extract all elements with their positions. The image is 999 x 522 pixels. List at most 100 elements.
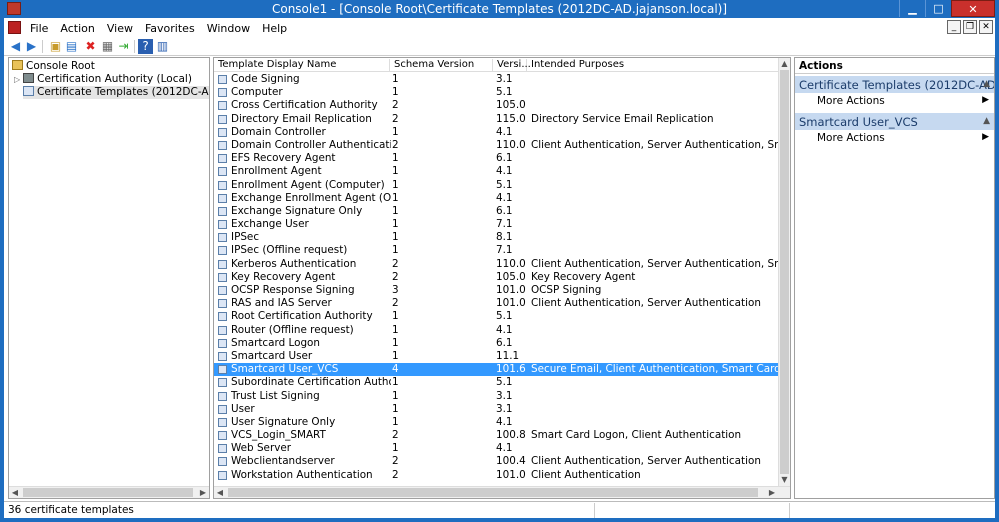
child-minimize-button[interactable]: _	[947, 20, 961, 34]
table-row[interactable]: Trust List Signing 1 3.1	[214, 390, 778, 403]
table-row[interactable]: User Signature Only 1 4.1	[214, 416, 778, 429]
certificate-template-icon	[218, 286, 227, 295]
scroll-right-icon[interactable]: ▶	[766, 487, 778, 498]
table-row[interactable]: Smartcard Logon 1 6.1	[214, 337, 778, 350]
table-row[interactable]: Enrollment Agent 1 4.1	[214, 165, 778, 178]
table-row[interactable]: User 1 3.1	[214, 403, 778, 416]
template-name-cell: VCS_Login_SMART	[231, 429, 326, 442]
table-row[interactable]: Key Recovery Agent 2 105.0 Key Recovery Age…	[214, 271, 778, 284]
column-header-intended-purposes[interactable]: Intended Purposes	[527, 59, 778, 71]
template-name-cell: Cross Certification Authority	[231, 99, 378, 112]
table-row[interactable]: Smartcard User 1 11.1	[214, 350, 778, 363]
scroll-up-icon[interactable]: ▲	[779, 58, 790, 70]
scroll-thumb[interactable]	[228, 488, 758, 497]
close-button[interactable]: ✕	[951, 0, 995, 17]
certificate-template-icon	[218, 378, 227, 388]
actions-section-smartcard-user-vcs[interactable]: Smartcard User_VCS ▲	[795, 113, 994, 130]
table-row[interactable]: IPSec 1 8.1	[214, 231, 778, 244]
table-row[interactable]: Computer 1 5.1	[214, 86, 778, 99]
maximize-button[interactable]: □	[925, 0, 951, 17]
tree-root[interactable]: Console Root	[12, 60, 95, 73]
column-header-version[interactable]: Versi...	[493, 59, 531, 71]
table-row[interactable]: Kerberos Authentication 2 110.0 Client Auth…	[214, 258, 779, 271]
table-row[interactable]: VCS_Login_SMART 2 100.8 Smart Card Logon, C…	[214, 429, 778, 442]
scroll-right-icon[interactable]: ▶	[197, 487, 209, 498]
delete-icon[interactable]: ✖	[83, 39, 98, 54]
certificate-template-icon	[218, 180, 227, 190]
menu-view[interactable]: View	[101, 22, 139, 35]
schema-version-cell: 1	[392, 204, 399, 217]
show-hide-tree-icon[interactable]: ▤	[64, 39, 79, 54]
column-header-schema-version[interactable]: Schema Version	[390, 59, 493, 71]
properties-icon[interactable]: ▦	[100, 39, 115, 54]
version-cell: 100.4	[496, 455, 526, 468]
forward-icon[interactable]: ▶	[24, 39, 39, 54]
table-row[interactable]: Directory Email Replication 2 115.0 Directo…	[214, 113, 778, 126]
show-action-pane-icon[interactable]: ▥	[155, 39, 170, 54]
table-row[interactable]: Cross Certification Authority 2 105.0	[214, 99, 778, 112]
table-row[interactable]: Exchange Signature Only 1 6.1	[214, 205, 778, 218]
template-name-cell: Exchange Enrollment Agent (Offline requ.…	[231, 191, 391, 204]
table-row[interactable]: Webclientandserver 2 100.4 Client Authentic…	[214, 455, 778, 468]
scroll-left-icon[interactable]: ◀	[9, 487, 21, 498]
expand-arrow-icon[interactable]: ▷	[14, 75, 20, 84]
version-cell: 5.1	[496, 178, 513, 191]
table-row[interactable]: Smartcard User_VCS 4 101.6 Secure Email, Cl…	[214, 363, 779, 377]
up-folder-icon[interactable]: ▣	[48, 39, 63, 54]
schema-version-cell: 2	[392, 270, 399, 283]
table-row[interactable]: Domain Controller 1 4.1	[214, 126, 778, 139]
version-cell: 3.1	[496, 389, 513, 402]
column-header-name[interactable]: Template Display Name	[214, 59, 390, 71]
schema-version-cell: 1	[392, 125, 399, 138]
scroll-down-icon[interactable]: ▼	[779, 474, 790, 486]
table-row[interactable]: Subordinate Certification Authority1 5.1	[214, 376, 778, 389]
table-row[interactable]: IPSec (Offline request) 1 7.1	[214, 244, 778, 257]
table-row[interactable]: Enrollment Agent (Computer) 1 5.1	[214, 179, 778, 192]
template-name-cell: Enrollment Agent (Computer)	[231, 178, 385, 191]
scroll-left-icon[interactable]: ◀	[214, 487, 226, 498]
version-cell: 6.1	[496, 336, 513, 349]
collapse-icon[interactable]: ▲	[983, 116, 990, 126]
list-vertical-scrollbar[interactable]: ▲ ▼	[778, 58, 790, 486]
template-name-cell: Smartcard Logon	[231, 336, 320, 349]
list-horizontal-scrollbar[interactable]: ◀ ▶	[214, 486, 790, 498]
export-list-icon[interactable]: ⇥	[116, 39, 131, 54]
table-row[interactable]: RAS and IAS Server 2 101.0 Client Authentic…	[214, 297, 778, 310]
table-row[interactable]: Router (Offline request) 1 4.1	[214, 324, 778, 337]
scroll-thumb[interactable]	[23, 488, 193, 497]
table-row[interactable]: Exchange User 1 7.1	[214, 218, 778, 231]
scroll-thumb[interactable]	[780, 70, 789, 474]
menu-help[interactable]: Help	[256, 22, 293, 35]
version-cell: 3.1	[496, 402, 513, 415]
more-actions-link[interactable]: More Actions ▶	[795, 95, 994, 109]
help-icon[interactable]: ?	[138, 39, 153, 54]
table-row[interactable]: Workstation Authentication 2 101.0 Client A…	[214, 469, 778, 482]
minimize-button[interactable]: ▁	[899, 0, 925, 17]
toolbar: ◀ ▶ ▣ ▤ ✖ ▦ ⇥ ? ▥	[4, 38, 995, 56]
table-row[interactable]: Exchange Enrollment Agent (Offline requ.…	[214, 192, 778, 205]
tree-item-certification-authority[interactable]: ▷ Certification Authority (Local)	[14, 73, 192, 86]
title-bar[interactable]: Console1 - [Console Root\Certificate Tem…	[4, 0, 995, 18]
child-close-button[interactable]: ✕	[979, 20, 993, 34]
collapse-icon[interactable]: ▲	[983, 79, 990, 89]
menu-action[interactable]: Action	[54, 22, 100, 35]
table-row[interactable]: Root Certification Authority 1 5.1	[214, 310, 778, 323]
table-row[interactable]: Code Signing 1 3.1	[214, 73, 778, 86]
menu-file[interactable]: File	[24, 22, 54, 35]
table-row[interactable]: Web Server 1 4.1	[214, 442, 778, 455]
schema-version-cell: 1	[392, 415, 399, 428]
tree-horizontal-scrollbar[interactable]: ◀ ▶	[9, 486, 209, 498]
table-row[interactable]: EFS Recovery Agent 1 6.1	[214, 152, 778, 165]
tree-item-certificate-templates[interactable]: Certificate Templates (2012DC-AD.jajanso…	[23, 86, 209, 99]
certificate-template-icon	[218, 312, 227, 322]
child-restore-button[interactable]: ❐	[963, 20, 977, 34]
menu-favorites[interactable]: Favorites	[139, 22, 201, 35]
menu-window[interactable]: Window	[201, 22, 256, 35]
more-actions-link[interactable]: More Actions ▶	[795, 132, 994, 146]
console-child-icon[interactable]	[8, 21, 21, 34]
actions-section-certificate-templates[interactable]: Certificate Templates (2012DC-AD.jaj... …	[795, 76, 994, 93]
table-row[interactable]: Domain Controller Authentication 2 110.0 Cl…	[214, 139, 779, 152]
table-row[interactable]: OCSP Response Signing 3 101.0 OCSP Signing	[214, 284, 778, 297]
back-icon[interactable]: ◀	[8, 39, 23, 54]
version-cell: 7.1	[496, 218, 513, 231]
